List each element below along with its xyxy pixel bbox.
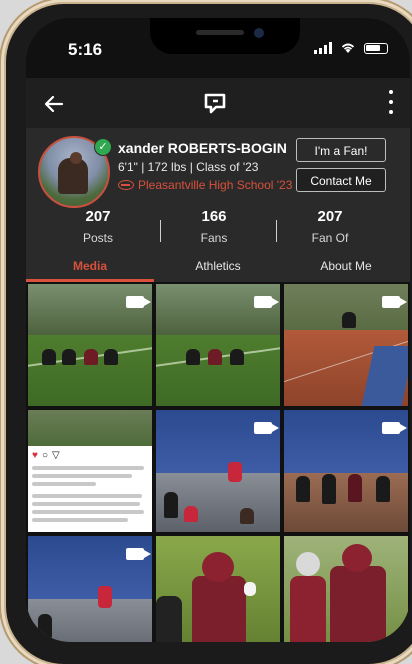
front-camera xyxy=(254,28,264,38)
back-arrow-icon[interactable] xyxy=(42,92,66,116)
camera-notch xyxy=(150,18,300,54)
fan-of-count-label: Fan Of xyxy=(311,231,349,245)
tab-athletics[interactable]: Athletics xyxy=(154,256,282,282)
school-icon xyxy=(118,180,134,190)
contact-me-button[interactable]: Contact Me xyxy=(296,168,386,192)
video-camera-icon xyxy=(382,296,407,308)
media-tile-video[interactable] xyxy=(156,410,280,532)
post-action-icons: ♥ ○ ▽ xyxy=(32,450,60,461)
wifi-icon xyxy=(340,42,356,54)
posts-count-label: Posts xyxy=(82,231,113,245)
school-name: Pleasantville High School '23 xyxy=(138,178,293,192)
posts-count-value: 207 xyxy=(85,208,111,225)
tab-about-me[interactable]: About Me xyxy=(282,256,410,282)
im-a-fan-button[interactable]: I'm a Fan! xyxy=(296,138,386,162)
media-tile-video[interactable] xyxy=(284,284,408,406)
count-divider xyxy=(160,220,161,242)
media-tile-video[interactable] xyxy=(156,284,280,406)
fans-count-label: Fans xyxy=(200,231,228,245)
profile-header: ✓ xander ROBERTS-BOGIN 6'1" | 172 lbs | … xyxy=(26,128,410,268)
video-camera-icon xyxy=(382,422,407,434)
profile-school[interactable]: Pleasantville High School '23 xyxy=(118,178,292,192)
fan-of-count[interactable]: 207 Fan Of xyxy=(280,208,380,245)
fans-count-value: 166 xyxy=(201,208,227,225)
profile-name: xander ROBERTS-BOGIN xyxy=(118,140,287,156)
media-tile-photo[interactable] xyxy=(156,536,280,642)
speaker-grille xyxy=(196,30,244,35)
battery-icon xyxy=(364,42,388,54)
posts-count[interactable]: 207 Posts xyxy=(48,208,148,245)
cellular-signal-icon xyxy=(314,42,332,54)
app-screen: 5:16 ✓ xander ROBERTS-BOGIN 6'1" | 172 l… xyxy=(26,18,410,642)
phone-frame: 5:16 ✓ xander ROBERTS-BOGIN 6'1" | 172 l… xyxy=(6,4,412,664)
profile-tabs: Media Athletics About Me xyxy=(26,256,410,282)
video-camera-icon xyxy=(254,296,279,308)
media-grid: ♥ ○ ▽ xyxy=(26,282,410,642)
more-options-icon[interactable] xyxy=(386,90,396,114)
verified-badge-icon: ✓ xyxy=(94,138,112,156)
app-header xyxy=(26,78,410,128)
fans-count[interactable]: 166 Fans xyxy=(164,208,264,245)
profile-counts: 207 Posts 166 Fans 207 Fan Of xyxy=(26,208,410,252)
count-divider xyxy=(276,220,277,242)
app-logo-icon xyxy=(202,90,228,116)
profile-physical-stats: 6'1" | 172 lbs | Class of '23 xyxy=(118,160,259,174)
status-bar: 5:16 xyxy=(26,18,410,78)
media-tile-photo[interactable] xyxy=(284,536,408,642)
status-icons xyxy=(314,42,388,54)
media-tile-video[interactable] xyxy=(284,410,408,532)
media-tile-video[interactable] xyxy=(28,284,152,406)
video-camera-icon xyxy=(126,548,151,560)
media-tile-post-screenshot[interactable]: ♥ ○ ▽ xyxy=(28,410,152,532)
video-camera-icon xyxy=(254,422,279,434)
video-camera-icon xyxy=(126,296,151,308)
status-time: 5:16 xyxy=(68,40,103,59)
fan-of-count-value: 207 xyxy=(317,208,343,225)
media-tile-video[interactable] xyxy=(28,536,152,642)
